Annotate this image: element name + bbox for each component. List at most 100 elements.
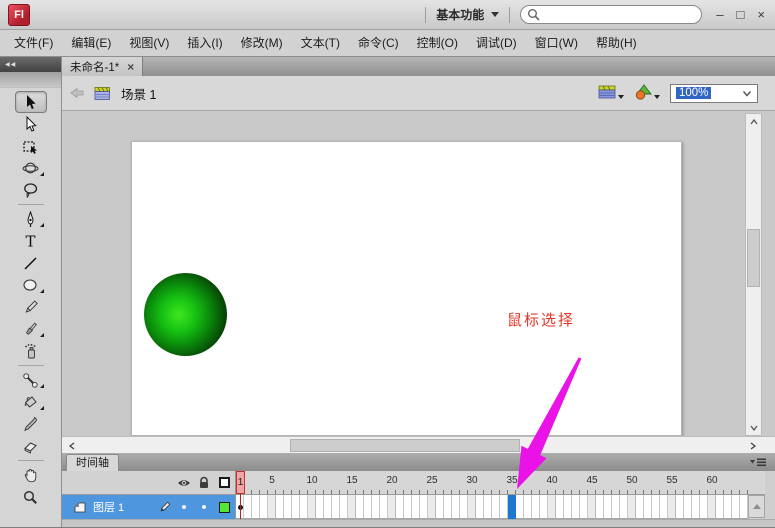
paint-bucket-icon — [24, 395, 37, 408]
tab-close-icon[interactable]: × — [127, 60, 134, 74]
back-arrow-icon[interactable] — [70, 87, 84, 99]
playhead[interactable]: 1 — [236, 471, 245, 494]
menu-text[interactable]: 文本(T) — [292, 30, 349, 57]
edit-symbols-icon — [635, 83, 652, 100]
stage-canvas[interactable] — [131, 141, 682, 436]
menu-edit[interactable]: 编辑(E) — [62, 30, 120, 57]
menu-commands[interactable]: 命令(C) — [349, 30, 408, 57]
layer-visibility-dot[interactable] — [176, 505, 192, 509]
layer-row-selected[interactable]: 图层 1 — [62, 495, 235, 519]
deco-tool[interactable] — [15, 340, 47, 362]
ruler-label: 55 — [666, 475, 678, 486]
selection-arrow-icon — [27, 94, 36, 109]
divider — [509, 6, 511, 23]
vertical-scrollbar[interactable] — [745, 113, 762, 436]
layer-frames-row[interactable] — [236, 495, 748, 519]
pencil-tool[interactable] — [15, 296, 47, 318]
layer-name: 图层 1 — [93, 502, 125, 514]
lasso-tool[interactable] — [15, 179, 47, 201]
horizontal-scroll-thumb[interactable] — [290, 439, 520, 452]
paint-bucket-tool[interactable] — [15, 391, 47, 413]
ruler-label: 20 — [386, 475, 398, 486]
free-transform-tool[interactable] — [15, 135, 47, 157]
triangle-up-icon — [752, 500, 761, 509]
edit-scene-icon — [598, 85, 616, 98]
frame-ruler[interactable]: 5 10 15 20 25 30 35 40 45 50 55 60 1 — [236, 471, 748, 495]
chevron-down-icon — [749, 425, 758, 431]
eraser-tool[interactable] — [15, 435, 47, 457]
search-icon — [528, 9, 540, 21]
pen-tool[interactable] — [15, 208, 47, 230]
maximize-button[interactable]: □ — [737, 7, 745, 22]
menu-control[interactable]: 控制(O) — [408, 30, 467, 57]
layer-outline-color[interactable] — [216, 501, 232, 513]
scroll-left-button[interactable] — [64, 438, 79, 453]
timeline-scrollbar — [748, 471, 765, 519]
workspace-switcher[interactable]: 基本功能 — [436, 6, 500, 23]
line-icon — [24, 256, 37, 270]
ruler-label: 5 — [269, 475, 275, 486]
menu-window[interactable]: 窗口(W) — [526, 30, 587, 57]
menu-modify[interactable]: 修改(M) — [232, 30, 292, 57]
search-input[interactable] — [544, 8, 685, 21]
text-tool[interactable]: T — [15, 230, 47, 252]
timeline-scroll-up-button[interactable] — [748, 495, 765, 518]
menu-file[interactable]: 文件(F) — [5, 30, 62, 57]
layer-lock-dot[interactable] — [196, 505, 212, 509]
chevron-right-icon — [750, 441, 756, 450]
panel-menu-icon[interactable] — [749, 457, 767, 467]
horizontal-scrollbar[interactable] — [62, 436, 775, 453]
scroll-up-button[interactable] — [746, 114, 761, 129]
divider — [425, 6, 427, 23]
minimize-button[interactable]: – — [716, 7, 723, 22]
scroll-down-button[interactable] — [746, 420, 761, 435]
selection-tool[interactable] — [14, 91, 47, 113]
spray-can-icon — [25, 343, 36, 358]
selected-frame-35[interactable] — [508, 495, 516, 519]
edit-scene-button[interactable] — [598, 84, 624, 103]
bone-tool[interactable] — [15, 369, 47, 391]
hand-icon — [24, 468, 37, 482]
subselection-arrow-icon — [26, 115, 37, 132]
outline-all-toggle[interactable] — [216, 477, 232, 488]
pencil-icon — [160, 501, 170, 511]
menu-debug[interactable]: 调试(D) — [467, 30, 526, 57]
brush-icon — [26, 322, 37, 334]
search-box[interactable] — [520, 5, 703, 24]
brush-tool[interactable] — [15, 318, 47, 340]
hand-tool[interactable] — [15, 464, 47, 486]
close-button[interactable]: × — [757, 7, 765, 22]
chevron-down-icon — [491, 12, 500, 21]
timeline-tab[interactable]: 时间轴 — [66, 454, 119, 471]
eyedropper-tool[interactable] — [15, 413, 47, 435]
lock-all-toggle[interactable] — [196, 476, 212, 489]
3d-rotation-tool[interactable] — [15, 157, 47, 179]
chevron-left-icon — [68, 441, 74, 450]
breadcrumb-scene[interactable]: 场景 1 — [121, 84, 156, 103]
subselection-tool[interactable] — [15, 113, 47, 135]
ruler-label: 45 — [586, 475, 598, 486]
vertical-scroll-thumb[interactable] — [747, 229, 760, 287]
chevron-up-icon — [749, 118, 758, 124]
document-tab[interactable]: 未命名-1* × — [62, 57, 144, 76]
menu-bar: 文件(F) 编辑(E) 视图(V) 插入(I) 修改(M) 文本(T) 命令(C… — [0, 30, 775, 57]
oval-tool[interactable] — [15, 274, 47, 296]
scroll-right-button[interactable] — [745, 438, 760, 453]
timeline-panel: 时间轴 图层 1 5 10 15 20 25 30 35 40 45 50 55… — [62, 453, 775, 527]
green-ball-object[interactable] — [144, 273, 227, 356]
show-hide-all-toggle[interactable] — [176, 477, 192, 489]
line-tool[interactable] — [15, 252, 47, 274]
menu-view[interactable]: 视图(V) — [120, 30, 178, 57]
panel-grip[interactable] — [0, 72, 61, 88]
zoom-level-combobox[interactable]: 100% — [670, 83, 758, 103]
ruler-label: 25 — [426, 475, 438, 486]
panel-collapse-button[interactable]: ◀◀ — [0, 57, 61, 72]
menu-insert[interactable]: 插入(I) — [178, 30, 231, 57]
edit-symbols-button[interactable] — [634, 83, 660, 103]
collapse-arrows-icon: ◀◀ — [5, 62, 17, 68]
menu-help[interactable]: 帮助(H) — [587, 30, 646, 57]
divider — [17, 365, 44, 366]
bone-icon — [23, 372, 38, 388]
zoom-tool[interactable] — [15, 486, 47, 508]
ruler-label: 60 — [706, 475, 718, 486]
